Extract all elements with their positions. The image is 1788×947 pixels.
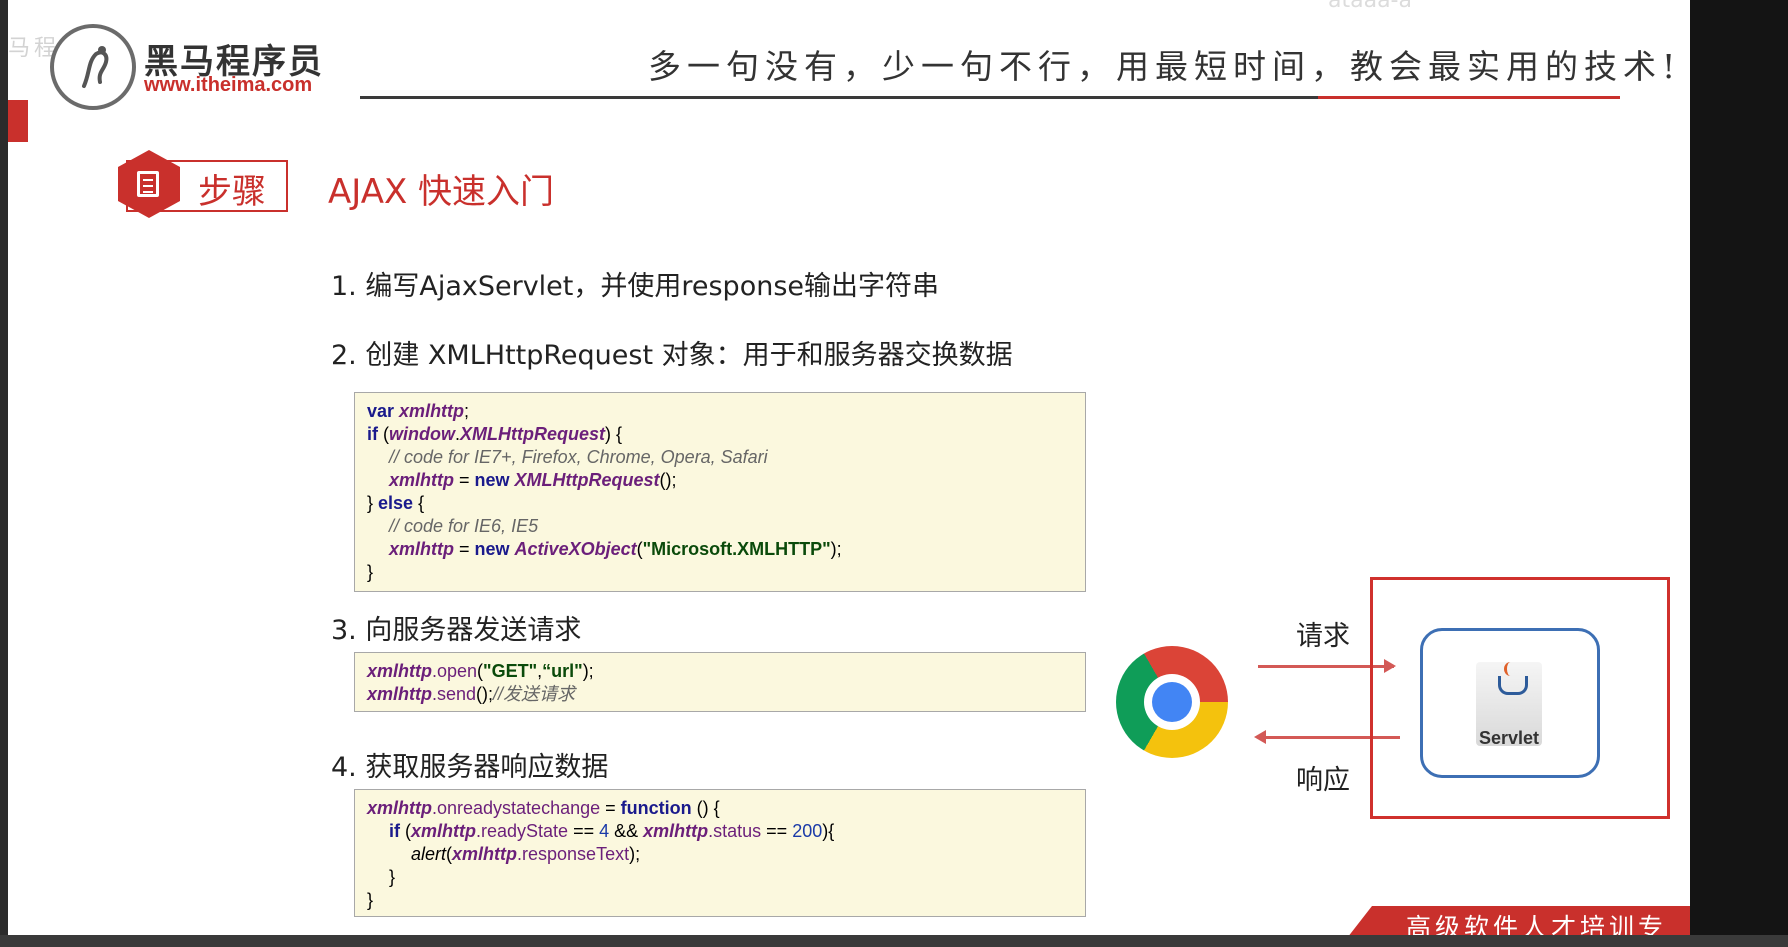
code-token: = xyxy=(600,798,621,818)
code-token: function xyxy=(620,798,692,818)
logo-icon xyxy=(50,24,136,110)
code-token: var xyxy=(367,401,395,421)
code-block-get-response: xmlhttp.onreadystatechange = function ()… xyxy=(354,789,1086,917)
code-token: alert xyxy=(411,844,447,864)
code-token: == xyxy=(761,821,793,841)
java-cup-icon xyxy=(1498,676,1528,695)
code-token: .status xyxy=(708,821,762,841)
code-token: xmlhttp xyxy=(367,661,432,681)
code-token: ( xyxy=(400,821,411,841)
code-token: == xyxy=(568,821,600,841)
code-token: xmlhttp xyxy=(399,401,465,421)
response-label: 响应 xyxy=(1296,765,1350,796)
code-token: if xyxy=(367,424,378,444)
code-token: .send xyxy=(432,684,477,704)
code-string: “url" xyxy=(542,661,583,681)
code-comment: // code for IE6, IE5 xyxy=(389,516,539,536)
java-steam-icon xyxy=(1504,662,1517,676)
step-badge-label: 步骤 xyxy=(198,172,266,212)
step-1: 1. 编写AjaxServlet，并使用response输出字符串 xyxy=(331,271,940,302)
code-number: 4 xyxy=(599,821,610,841)
code-block-send-request: xmlhttp.open("GET",“url"); xmlhttp.send()… xyxy=(354,652,1086,712)
code-token: xmlhttp xyxy=(389,470,454,490)
code-block-create-xhr: var xmlhttp; if (window.XMLHttpRequest) {… xyxy=(354,392,1086,592)
code-token: = xyxy=(454,539,475,559)
red-side-tab xyxy=(8,100,28,142)
servlet-label: Servlet xyxy=(1478,728,1540,748)
logo-figure-icon xyxy=(82,46,109,88)
slogan: 多一句没有，少一句不行，用最短时间，教会最实用的技术! xyxy=(648,47,1682,86)
code-token: ( xyxy=(378,424,389,444)
code-token: if xyxy=(389,821,400,841)
code-token: .readyState xyxy=(476,821,569,841)
code-token: else xyxy=(378,493,414,513)
code-token: xmlhttp xyxy=(389,539,454,559)
step-4: 4. 获取服务器响应数据 xyxy=(331,752,609,783)
code-token: xmlhttp xyxy=(367,684,432,704)
step-3: 3. 向服务器发送请求 xyxy=(331,615,582,646)
slide-title: AJAX 快速入门 xyxy=(328,172,555,212)
code-token: () { xyxy=(691,798,720,818)
chrome-icon-core xyxy=(1152,682,1192,722)
top-faint-text: ataaa-a xyxy=(1328,0,1412,13)
code-token: xmlhttp xyxy=(643,821,709,841)
code-token: XMLHttpRequest xyxy=(514,470,660,490)
code-token: && xyxy=(609,821,644,841)
code-token: (); xyxy=(476,684,494,704)
code-token: ){ xyxy=(822,821,835,841)
code-comment: //发送请求 xyxy=(493,684,576,704)
code-token: } xyxy=(389,867,396,887)
code-token: XMLHttpRequest xyxy=(460,424,606,444)
code-token: new xyxy=(474,539,510,559)
code-token: window xyxy=(389,424,455,444)
header-divider-accent xyxy=(1318,96,1620,99)
code-token: .responseText xyxy=(517,844,630,864)
brand-url: www.itheima.com xyxy=(144,74,313,96)
code-token: new xyxy=(474,470,510,490)
code-string: "Microsoft.XMLHTTP" xyxy=(642,539,831,559)
code-number: 200 xyxy=(792,821,823,841)
step-2: 2. 创建 XMLHttpRequest 对象：用于和服务器交换数据 xyxy=(331,340,1013,371)
request-label: 请求 xyxy=(1296,621,1350,652)
code-token: ) { xyxy=(605,424,623,444)
window-right-strip xyxy=(1690,0,1788,947)
code-token: xmlhttp xyxy=(452,844,518,864)
code-token: .onreadystatechange xyxy=(432,798,601,818)
code-token: { xyxy=(413,493,425,513)
code-token: ActiveXObject xyxy=(514,539,637,559)
chrome-icon xyxy=(1116,646,1228,758)
code-token: = xyxy=(454,470,475,490)
code-token: } xyxy=(367,890,374,910)
window-bottom-bar xyxy=(0,935,1788,947)
code-token: xmlhttp xyxy=(367,798,432,818)
window-left-edge xyxy=(0,0,8,947)
code-token: xmlhttp xyxy=(411,821,476,841)
code-token: (); xyxy=(659,470,677,490)
code-comment: // code for IE7+, Firefox, Chrome, Opera… xyxy=(389,447,768,467)
code-token: ); xyxy=(629,844,641,864)
code-token: .open xyxy=(432,661,478,681)
code-token: ); xyxy=(830,539,842,559)
code-token: ); xyxy=(582,661,594,681)
slide: ataaa-a 马程序员 黑马程序员 www.itheima.com 多一句没有… xyxy=(8,0,1690,940)
code-token: } xyxy=(367,493,379,513)
code-token: ; xyxy=(464,401,470,421)
code-string: "GET" xyxy=(483,661,538,681)
code-token: } xyxy=(367,562,374,582)
